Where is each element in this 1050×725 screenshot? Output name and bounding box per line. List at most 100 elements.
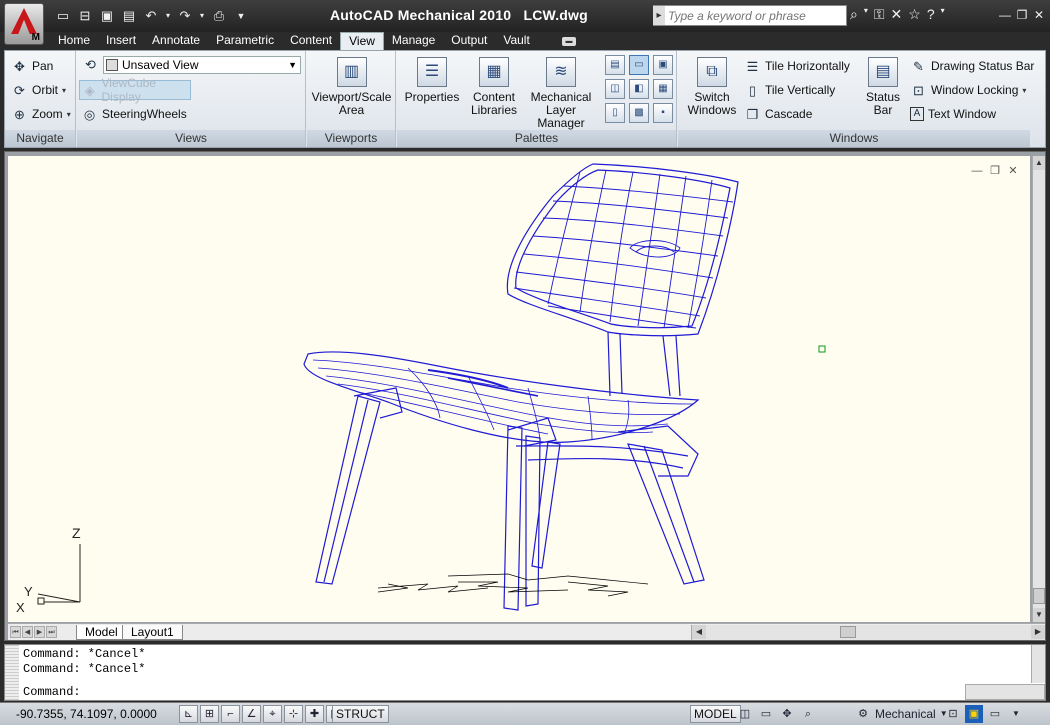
tab-annotate[interactable]: Annotate xyxy=(144,32,208,50)
close-icon[interactable]: ✕ xyxy=(1031,7,1047,23)
pan-status-icon[interactable]: ✥ xyxy=(778,705,796,723)
tab-output[interactable]: Output xyxy=(443,32,495,50)
tab-layout1[interactable]: Layout1 xyxy=(122,625,183,640)
save-as-icon[interactable]: ▣ xyxy=(98,7,116,25)
ducs-icon[interactable]: ✚ xyxy=(305,705,324,723)
tab-content[interactable]: Content xyxy=(282,32,340,50)
tab-insert[interactable]: Insert xyxy=(98,32,144,50)
tab-parametric[interactable]: Parametric xyxy=(208,32,282,50)
switch-windows-button[interactable]: ⧉ Switch Windows xyxy=(684,57,740,117)
clean-screen-icon[interactable]: ▭ xyxy=(986,705,1004,723)
search-input[interactable] xyxy=(668,7,844,24)
redo-dropdown-icon[interactable]: ▾ xyxy=(198,7,206,25)
orbit-button[interactable]: ⟳ Orbit ▾ xyxy=(11,80,66,100)
zoom-status-icon[interactable]: ⌕ xyxy=(799,705,817,723)
named-views-icon[interactable]: ⟲ xyxy=(82,56,99,73)
pan-button[interactable]: ✥ Pan xyxy=(11,56,53,76)
command-horizontal-scrollbar[interactable] xyxy=(965,684,1045,700)
window-locking-button[interactable]: ⊡ Window Locking ▾ xyxy=(910,80,1026,100)
layer-manager-icon: ≋ xyxy=(546,57,576,87)
command-line-icon[interactable]: ▪ xyxy=(653,103,673,123)
restore-icon[interactable]: ❐ xyxy=(1014,7,1030,23)
binoculars-icon[interactable]: ⌕ xyxy=(850,6,858,23)
key-icon[interactable]: ⚿ xyxy=(874,6,885,23)
qat-dropdown-icon[interactable]: ▼ xyxy=(232,7,250,25)
horizontal-scroll-thumb[interactable] xyxy=(840,626,856,638)
plot-icon[interactable]: ⎙ xyxy=(210,7,228,25)
drawing-canvas[interactable]: — ❐ ✕ Z Y X xyxy=(8,156,1030,622)
status-bar-button[interactable]: ▤ Status Bar xyxy=(860,57,906,117)
drawing-status-bar-button[interactable]: ✎ Drawing Status Bar xyxy=(910,56,1034,76)
snap-icon[interactable]: ⊾ xyxy=(179,705,198,723)
properties-button[interactable]: ☰ Properties xyxy=(401,57,463,104)
undo-dropdown-icon[interactable]: ▾ xyxy=(164,7,172,25)
new-icon[interactable]: ▭ xyxy=(54,7,72,25)
help-dropdown-icon[interactable]: ▾ xyxy=(941,6,945,23)
last-tab-icon[interactable]: ⏭ xyxy=(46,626,57,638)
minimize-ribbon-icon[interactable]: ▬ xyxy=(562,37,576,46)
binoculars-dropdown-icon[interactable]: ▾ xyxy=(864,6,868,23)
grid-palette-icon[interactable]: ▩ xyxy=(629,103,649,123)
tab-manage[interactable]: Manage xyxy=(384,32,443,50)
vertical-scrollbar[interactable]: ▲ ▼ xyxy=(1032,156,1045,622)
scroll-right-icon[interactable]: ▶ xyxy=(1031,625,1045,639)
model-toggle[interactable]: MODEL xyxy=(690,705,741,723)
prev-tab-icon[interactable]: ◀ xyxy=(22,626,33,638)
tile-vertically-button[interactable]: ▯ Tile Vertically xyxy=(744,80,835,100)
design-center-icon[interactable]: ▣ xyxy=(653,55,673,75)
view-select[interactable]: Unsaved View ▼ xyxy=(103,56,301,74)
quick-view-layouts-icon[interactable]: ◫ xyxy=(736,705,754,723)
vertical-scroll-thumb[interactable] xyxy=(1033,588,1045,604)
horizontal-scrollbar[interactable]: ◀ ▶ xyxy=(691,625,1045,640)
scroll-down-icon[interactable]: ▼ xyxy=(1033,608,1045,622)
text-window-button[interactable]: A Text Window xyxy=(910,104,996,124)
content-libraries-button[interactable]: ▦ Content Libraries xyxy=(465,57,523,117)
tab-model[interactable]: Model xyxy=(76,625,127,640)
quick-view-drawings-icon[interactable]: ▭ xyxy=(757,705,775,723)
coordinate-readout[interactable]: -90.7355, 74.1097, 0.0000 xyxy=(16,707,157,721)
osnap-icon[interactable]: ⌖ xyxy=(263,705,282,723)
workspace-switch[interactable]: ⚙ Mechanical ▼ xyxy=(854,705,949,723)
command-window-grip[interactable] xyxy=(5,645,19,700)
vault-status-icon[interactable]: ▣ xyxy=(965,705,983,723)
cascade-button[interactable]: ❐ Cascade xyxy=(744,104,813,124)
markup-icon[interactable]: ◫ xyxy=(605,79,625,99)
ortho-icon[interactable]: ⌐ xyxy=(221,705,240,723)
zoom-button[interactable]: ⊕ Zoom ▾ xyxy=(11,104,71,124)
status-menu-icon[interactable]: ▼ xyxy=(1007,705,1025,723)
tab-vault[interactable]: Vault xyxy=(495,32,537,50)
redo-icon[interactable]: ↷ xyxy=(176,7,194,25)
communication-icon[interactable]: ✕ xyxy=(891,6,903,23)
save-icon[interactable]: ▤ xyxy=(120,7,138,25)
undo-icon[interactable]: ↶ xyxy=(142,7,160,25)
lock-status-icon[interactable]: ⊡ xyxy=(944,705,962,723)
open-icon[interactable]: ⊟ xyxy=(76,7,94,25)
calculator-icon[interactable]: ▦ xyxy=(653,79,673,99)
grid-icon[interactable]: ⊞ xyxy=(200,705,219,723)
tab-view[interactable]: View xyxy=(340,32,384,50)
external-references-icon[interactable]: ▯ xyxy=(605,103,625,123)
layout-tab-navigation: ⏮ ◀ ▶ ⏭ xyxy=(10,626,57,638)
dbconnect-icon[interactable]: ◧ xyxy=(629,79,649,99)
minimize-icon[interactable]: — xyxy=(997,7,1013,23)
tool-palettes-icon[interactable]: ▤ xyxy=(605,55,625,75)
struct-toggle[interactable]: STRUCT xyxy=(332,705,389,723)
mechanical-layer-manager-button[interactable]: ≋ Mechanical Layer Manager xyxy=(523,57,599,130)
star-icon[interactable]: ☆ xyxy=(908,6,921,23)
viewport-scale-area-button[interactable]: ▥ Viewport/Scale Area xyxy=(311,57,392,117)
first-tab-icon[interactable]: ⏮ xyxy=(10,626,21,638)
steeringwheels-button[interactable]: ◎ SteeringWheels xyxy=(81,104,187,124)
viewcube-display-button[interactable]: ◈ ViewCube Display xyxy=(79,76,191,104)
command-input[interactable] xyxy=(89,685,959,700)
application-menu-button[interactable]: M xyxy=(4,3,44,45)
tile-horizontally-button[interactable]: ☰ Tile Horizontally xyxy=(744,56,850,76)
scroll-up-icon[interactable]: ▲ xyxy=(1033,156,1045,170)
help-icon[interactable]: ? xyxy=(927,6,935,23)
next-tab-icon[interactable]: ▶ xyxy=(34,626,45,638)
command-vertical-scrollbar[interactable] xyxy=(1031,645,1045,683)
sheet-set-icon[interactable]: ▭ xyxy=(629,55,649,75)
polar-icon[interactable]: ∠ xyxy=(242,705,261,723)
scroll-left-icon[interactable]: ◀ xyxy=(692,625,706,639)
otrack-icon[interactable]: ⊹ xyxy=(284,705,303,723)
tab-home[interactable]: Home xyxy=(50,32,98,50)
